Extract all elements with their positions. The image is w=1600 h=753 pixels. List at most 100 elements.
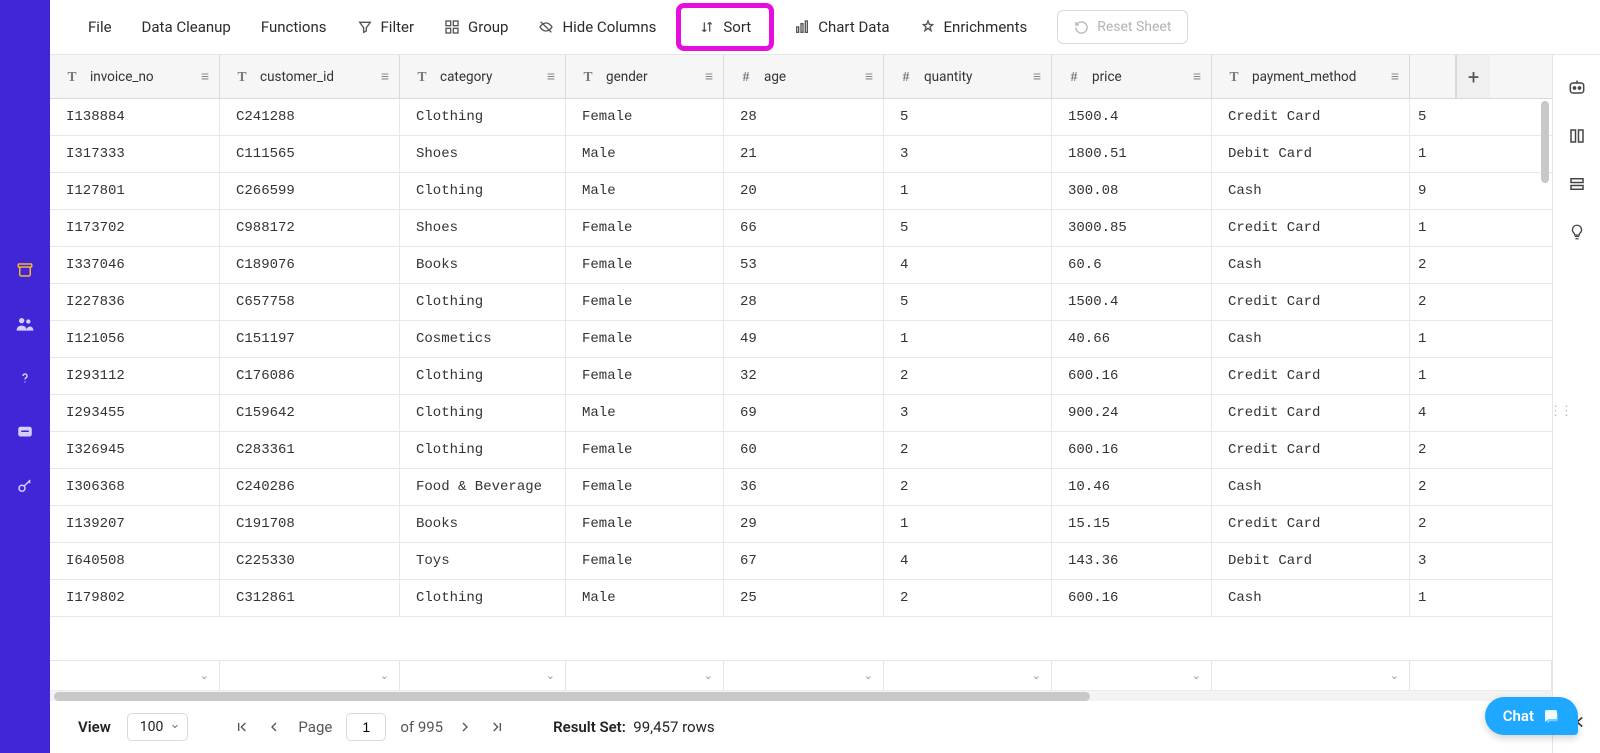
cell-extra[interactable]: 1 (1410, 210, 1456, 246)
columns-panel-icon[interactable] (1566, 125, 1588, 147)
cell-price[interactable]: 40.66 (1052, 321, 1212, 357)
cell-quantity[interactable]: 2 (884, 432, 1052, 468)
table-row[interactable]: I138884C241288ClothingFemale2851500.4Cre… (50, 99, 1552, 136)
enrichments-button[interactable]: Enrichments (910, 12, 1038, 42)
column-header-age[interactable]: #age≡ (724, 55, 884, 98)
cell-quantity[interactable]: 1 (884, 506, 1052, 542)
people-icon[interactable] (15, 314, 35, 334)
filter-cell[interactable]: ⌄ (400, 661, 566, 690)
cell-invoice_no[interactable]: I121056 (50, 321, 220, 357)
cell-customer_id[interactable]: C312861 (220, 580, 400, 616)
table-row[interactable]: I127801C266599ClothingMale201300.08Cash9 (50, 173, 1552, 210)
data-cleanup-menu[interactable]: Data Cleanup (132, 12, 241, 42)
cell-age[interactable]: 53 (724, 247, 884, 283)
cell-gender[interactable]: Female (566, 99, 724, 135)
ai-assistant-icon[interactable] (1566, 77, 1588, 99)
cell-price[interactable]: 1800.51 (1052, 136, 1212, 172)
cell-payment_method[interactable]: Debit Card (1212, 543, 1410, 579)
cell-quantity[interactable]: 2 (884, 358, 1052, 394)
column-menu-icon[interactable]: ≡ (381, 68, 389, 85)
cell-extra[interactable]: 2 (1410, 506, 1456, 542)
table-row[interactable]: I317333C111565ShoesMale2131800.51Debit C… (50, 136, 1552, 173)
cell-customer_id[interactable]: C266599 (220, 173, 400, 209)
cell-payment_method[interactable]: Credit Card (1212, 506, 1410, 542)
add-column-button[interactable]: + (1456, 55, 1490, 98)
cell-price[interactable]: 600.16 (1052, 580, 1212, 616)
cell-gender[interactable]: Female (566, 358, 724, 394)
cell-category[interactable]: Clothing (400, 99, 566, 135)
cell-customer_id[interactable]: C988172 (220, 210, 400, 246)
cell-age[interactable]: 60 (724, 432, 884, 468)
vertical-scrollbar[interactable] (1538, 99, 1552, 660)
cell-price[interactable]: 300.08 (1052, 173, 1212, 209)
cell-price[interactable]: 3000.85 (1052, 210, 1212, 246)
cell-quantity[interactable]: 2 (884, 580, 1052, 616)
cell-payment_method[interactable]: Cash (1212, 247, 1410, 283)
column-header-gender[interactable]: Tgender≡ (566, 55, 724, 98)
cell-payment_method[interactable]: Debit Card (1212, 136, 1410, 172)
table-row[interactable]: I640508C225330ToysFemale674143.36Debit C… (50, 543, 1552, 580)
cell-extra[interactable]: 5 (1410, 99, 1456, 135)
cell-invoice_no[interactable]: I138884 (50, 99, 220, 135)
cell-gender[interactable]: Female (566, 506, 724, 542)
cell-customer_id[interactable]: C191708 (220, 506, 400, 542)
cell-category[interactable]: Clothing (400, 432, 566, 468)
cell-invoice_no[interactable]: I179802 (50, 580, 220, 616)
cell-customer_id[interactable]: C240286 (220, 469, 400, 505)
cell-quantity[interactable]: 1 (884, 321, 1052, 357)
filter-cell[interactable]: ⌄ (1052, 661, 1212, 690)
cell-price[interactable]: 10.46 (1052, 469, 1212, 505)
cell-category[interactable]: Books (400, 506, 566, 542)
cell-gender[interactable]: Female (566, 432, 724, 468)
cell-gender[interactable]: Female (566, 321, 724, 357)
horizontal-scrollbar[interactable] (50, 690, 1552, 701)
cell-gender[interactable]: Female (566, 284, 724, 320)
cell-invoice_no[interactable]: I173702 (50, 210, 220, 246)
hide-columns-button[interactable]: Hide Columns (528, 12, 666, 42)
filter-cell[interactable]: ⌄ (724, 661, 884, 690)
chart-data-button[interactable]: Chart Data (784, 12, 899, 42)
cell-age[interactable]: 25 (724, 580, 884, 616)
column-menu-icon[interactable]: ≡ (201, 68, 209, 85)
cell-invoice_no[interactable]: I293455 (50, 395, 220, 431)
column-menu-icon[interactable]: ≡ (1033, 68, 1041, 85)
cell-gender[interactable]: Female (566, 210, 724, 246)
page-input[interactable] (346, 713, 386, 741)
last-page-button[interactable] (489, 719, 507, 735)
table-row[interactable]: I173702C988172ShoesFemale6653000.85Credi… (50, 210, 1552, 247)
filter-cell[interactable]: ⌄ (566, 661, 724, 690)
column-header-partial[interactable] (1410, 55, 1456, 98)
cell-price[interactable]: 60.6 (1052, 247, 1212, 283)
cell-extra[interactable]: 2 (1410, 469, 1456, 505)
cell-invoice_no[interactable]: I306368 (50, 469, 220, 505)
cell-gender[interactable]: Male (566, 395, 724, 431)
cell-category[interactable]: Clothing (400, 395, 566, 431)
cell-customer_id[interactable]: C189076 (220, 247, 400, 283)
cell-customer_id[interactable]: C176086 (220, 358, 400, 394)
column-menu-icon[interactable]: ≡ (865, 68, 873, 85)
cell-invoice_no[interactable]: I326945 (50, 432, 220, 468)
cell-extra[interactable]: 9 (1410, 173, 1456, 209)
cell-quantity[interactable]: 4 (884, 247, 1052, 283)
cell-quantity[interactable]: 2 (884, 469, 1052, 505)
first-page-button[interactable] (234, 719, 252, 735)
cell-age[interactable]: 28 (724, 99, 884, 135)
cell-gender[interactable]: Female (566, 247, 724, 283)
resize-handle-icon[interactable]: ⋮⋮ (1549, 404, 1571, 419)
cell-age[interactable]: 28 (724, 284, 884, 320)
cell-payment_method[interactable]: Credit Card (1212, 284, 1410, 320)
cell-category[interactable]: Shoes (400, 136, 566, 172)
filter-button[interactable]: Filter (347, 12, 425, 42)
cell-price[interactable]: 900.24 (1052, 395, 1212, 431)
cell-price[interactable]: 15.15 (1052, 506, 1212, 542)
cell-gender[interactable]: Male (566, 173, 724, 209)
cell-category[interactable]: Clothing (400, 580, 566, 616)
table-row[interactable]: I179802C312861ClothingMale252600.16Cash1 (50, 580, 1552, 617)
filter-cell[interactable]: ⌄ (884, 661, 1052, 690)
page-size-select[interactable]: 100 (127, 713, 189, 741)
cell-invoice_no[interactable]: I127801 (50, 173, 220, 209)
filter-cell[interactable]: ⌄ (1212, 661, 1410, 690)
cell-age[interactable]: 21 (724, 136, 884, 172)
cell-invoice_no[interactable]: I337046 (50, 247, 220, 283)
filter-cell[interactable]: ⌄ (220, 661, 400, 690)
